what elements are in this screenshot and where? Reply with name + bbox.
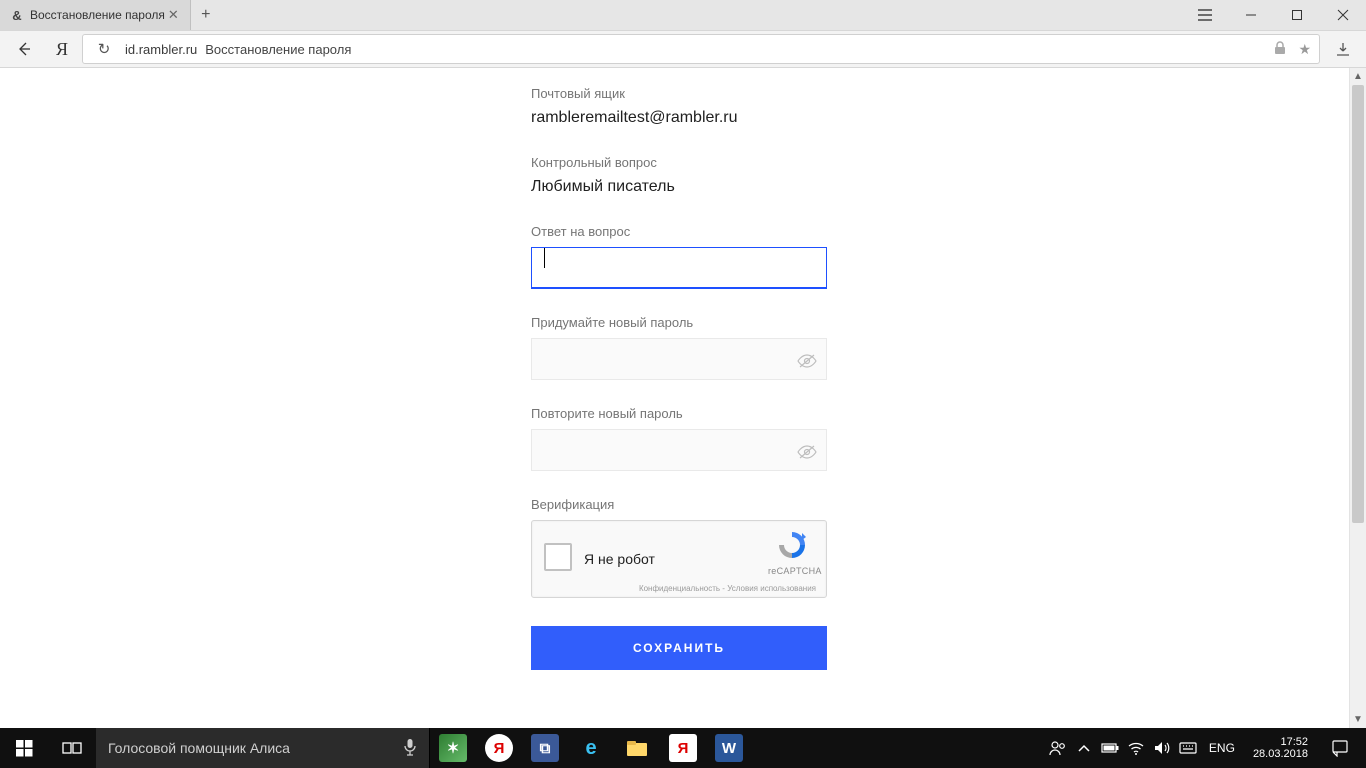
tray-wifi-icon[interactable]	[1125, 741, 1147, 755]
recaptcha-text: Я не робот	[584, 551, 655, 567]
recaptcha-fineprint: Конфиденциальность - Условия использован…	[639, 584, 816, 593]
taskbar-app-1[interactable]: ✶	[430, 734, 476, 762]
answer-label: Ответ на вопрос	[531, 224, 827, 239]
answer-input[interactable]	[531, 247, 827, 289]
browser-menu-button[interactable]	[1182, 0, 1228, 30]
start-button[interactable]	[0, 728, 48, 768]
password-recovery-form: Почтовый ящик rambleremailtest@rambler.r…	[531, 68, 827, 670]
tab-favicon-icon: &	[10, 8, 24, 22]
browser-tab[interactable]: & Восстановление пароля ✕	[0, 0, 191, 30]
new-tab-button[interactable]: +	[191, 0, 221, 30]
browser-address-bar: Я ↻ id.rambler.ru Восстановление пароля …	[0, 30, 1366, 68]
windows-taskbar: Голосовой помощник Алиса ✶ Я ⧉ e Я W	[0, 728, 1366, 768]
scroll-thumb[interactable]	[1352, 85, 1364, 523]
yandex-home-button[interactable]: Я	[48, 39, 76, 60]
taskbar-app-yandex2[interactable]: Я	[660, 734, 706, 762]
address-domain: id.rambler.ru	[125, 42, 197, 57]
browser-titlebar: & Восстановление пароля ✕ +	[0, 0, 1366, 30]
recaptcha-logo-icon: reCAPTCHA	[768, 529, 816, 576]
tray-chevron-up-icon[interactable]	[1073, 744, 1095, 752]
page-viewport: Почтовый ящик rambleremailtest@rambler.r…	[0, 68, 1366, 728]
toggle-repeat-password-visibility-icon[interactable]	[797, 440, 817, 464]
recaptcha-brand: reCAPTCHA	[768, 566, 816, 576]
search-placeholder: Голосовой помощник Алиса	[108, 740, 290, 756]
tray-clock[interactable]: 17:52 28.03.2018	[1245, 736, 1316, 760]
tray-time: 17:52	[1253, 736, 1308, 748]
verification-label: Верификация	[531, 497, 827, 512]
new-password-input[interactable]	[531, 338, 827, 380]
downloads-button[interactable]	[1326, 41, 1360, 57]
taskbar-app-yandex[interactable]: Я	[476, 734, 522, 762]
tray-keyboard-icon[interactable]	[1177, 742, 1199, 754]
taskbar-app-edge[interactable]: e	[568, 734, 614, 762]
microphone-icon[interactable]	[403, 738, 417, 759]
taskbar-app-word[interactable]: W	[706, 734, 752, 762]
repeat-password-input[interactable]	[531, 429, 827, 471]
recaptcha-checkbox[interactable]	[544, 543, 572, 571]
repeat-password-label: Повторите новый пароль	[531, 406, 827, 421]
recaptcha-widget: Я не робот reCAPTCHA Конфиденциальность …	[531, 520, 827, 598]
tab-close-icon[interactable]: ✕	[165, 7, 182, 23]
taskbar-app-explorer[interactable]	[614, 734, 660, 762]
window-close-button[interactable]	[1320, 0, 1366, 30]
address-page-title: Восстановление пароля	[205, 42, 351, 57]
task-view-button[interactable]	[48, 728, 96, 768]
security-question-label: Контрольный вопрос	[531, 155, 827, 170]
tray-people-icon[interactable]	[1047, 740, 1069, 756]
site-security-icon[interactable]	[1274, 41, 1286, 58]
nav-back-button[interactable]	[6, 35, 42, 63]
window-maximize-button[interactable]	[1274, 0, 1320, 30]
taskbar-apps: ✶ Я ⧉ e Я W	[430, 728, 752, 768]
vertical-scrollbar[interactable]: ▲ ▼	[1349, 68, 1366, 728]
toggle-password-visibility-icon[interactable]	[797, 349, 817, 373]
tray-notifications-icon[interactable]	[1320, 739, 1360, 757]
tray-date: 28.03.2018	[1253, 748, 1308, 760]
security-question-value: Любимый писатель	[531, 178, 827, 196]
mailbox-label: Почтовый ящик	[531, 86, 827, 101]
taskbar-search[interactable]: Голосовой помощник Алиса	[96, 728, 430, 768]
tab-title: Восстановление пароля	[30, 8, 165, 22]
save-button[interactable]: СОХРАНИТЬ	[531, 626, 827, 670]
tray-language[interactable]: ENG	[1203, 741, 1241, 755]
tray-battery-icon[interactable]	[1099, 742, 1121, 754]
mailbox-value: rambleremailtest@rambler.ru	[531, 109, 827, 127]
system-tray: ENG 17:52 28.03.2018	[1047, 728, 1366, 768]
new-password-label: Придумайте новый пароль	[531, 315, 827, 330]
tray-volume-icon[interactable]	[1151, 741, 1173, 755]
reload-icon[interactable]: ↻	[91, 40, 117, 58]
window-minimize-button[interactable]	[1228, 0, 1274, 30]
taskbar-app-manager[interactable]: ⧉	[522, 734, 568, 762]
scroll-down-icon[interactable]: ▼	[1350, 711, 1366, 728]
address-input[interactable]: ↻ id.rambler.ru Восстановление пароля ★	[82, 34, 1320, 64]
scroll-up-icon[interactable]: ▲	[1350, 68, 1366, 85]
bookmark-icon[interactable]: ★	[1298, 41, 1311, 58]
